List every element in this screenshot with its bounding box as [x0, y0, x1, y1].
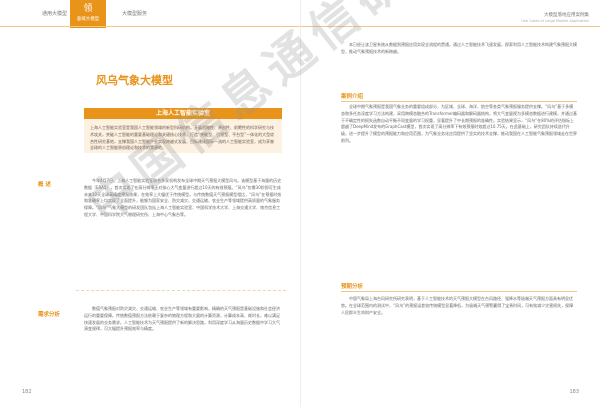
running-header-subtitle: Use Cases of Large Models Application	[521, 19, 589, 23]
section-expected-label: 预期分析	[341, 284, 364, 290]
page-number-right: 183	[569, 389, 579, 395]
organization-banner: 上海人工智能实验室	[84, 108, 282, 119]
document-spread: 通用大模型 领 垂域大模型 大模型服务 风乌气象大模型 上海人工智能实验室 上海…	[0, 0, 600, 407]
chapter-icon: 领	[83, 4, 93, 14]
organization-description: 上海人工智能实验室是我国人工智能领域的新型科研机构，开展战略性、原创性、前瞻性的…	[84, 119, 282, 153]
needs-paragraph: 数值气象预报对防灾减灾、交通运输、农业生产等领域有重要影响，精确的天气预报是基础…	[84, 306, 280, 332]
page-number-left: 182	[22, 389, 32, 395]
right-page: 大模型落地应用案例集 Use Cases of Large Models App…	[300, 0, 600, 407]
tab-vertical-model: 领 垂域大模型	[70, 0, 106, 28]
header-divider-right	[301, 26, 600, 27]
overview-paragraph: 今年4月7日，上海人工智能实验室联合多家机构发布全球中期天气预报大模型风乌。该模…	[84, 178, 282, 217]
section-underline	[341, 101, 577, 102]
expected-paragraph: 中国气象局上海台风研究所研究表明，基于人工智能技术的天气预报大模型在台风路径、强…	[341, 296, 574, 315]
section-needs-label: 需求分析	[38, 312, 61, 318]
chapter-tabs: 通用大模型 领 垂域大模型 大模型服务	[0, 0, 300, 28]
left-page: 通用大模型 领 垂域大模型 大模型服务 风乌气象大模型 上海人工智能实验室 上海…	[0, 0, 300, 407]
header-divider	[0, 26, 300, 27]
section-divider	[76, 290, 286, 291]
continued-paragraph: 本已经让该卫星系统从数据到预报应用实现全流程的贯通，通过人工智能技术飞速发展，探…	[341, 42, 577, 54]
case-paragraph: 全球中期气象预报是我国气象业务的重要组成部分，为区域、全球、海洋、航空等各类气象…	[341, 104, 577, 143]
case-title: 风乌气象大模型	[96, 74, 173, 87]
section-underline	[341, 291, 577, 292]
tab-vertical-model-label: 垂域大模型	[76, 17, 100, 22]
running-header-title: 大模型落地应用案例集	[544, 13, 589, 18]
section-case-label: 案例介绍	[341, 94, 364, 100]
tab-general-model: 通用大模型	[42, 11, 68, 17]
section-overview-label: 概 述	[38, 182, 51, 188]
tab-model-service: 大模型服务	[122, 11, 148, 17]
running-header: 大模型落地应用案例集 Use Cases of Large Models App…	[521, 12, 589, 23]
